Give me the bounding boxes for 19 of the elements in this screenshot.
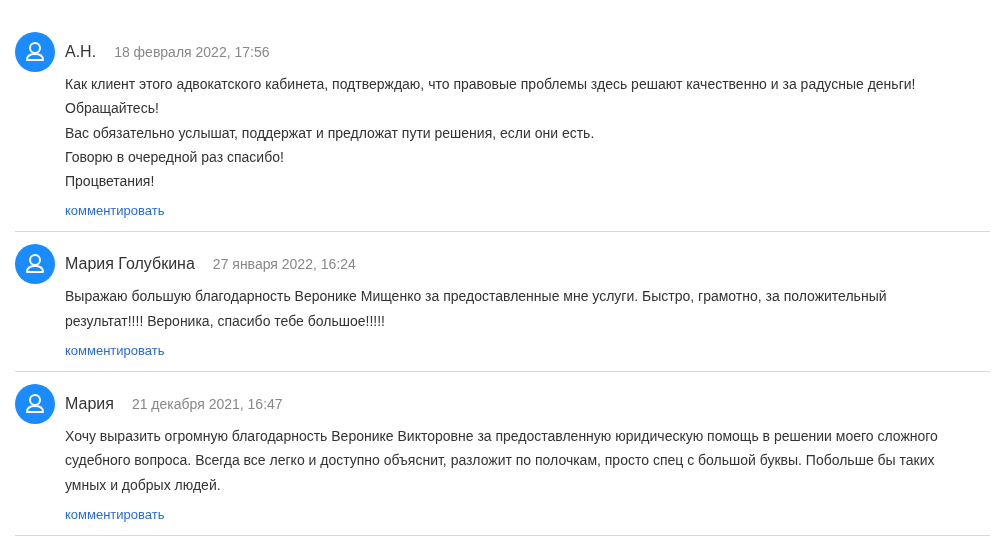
comment-text: Вас обязательно услышат, поддержат и предложат пути решения, если они есть. (65, 123, 596, 143)
reply-link[interactable]: комментировать (65, 203, 165, 219)
author-name: Мария (65, 395, 114, 414)
author-name: А.Н. (65, 43, 97, 61)
comment-date: 27 января 2022, 16:24 (212, 256, 356, 273)
comment-text: Говорю в очередной раз спасибо! (65, 147, 285, 167)
avatar-icon (15, 244, 55, 285)
comment-text: Хочу выразить огромную благодарность Веронике Викторовне за предоставленную юридическую помощь в решении моего сложного судебного вопроса. Всегда все легко и доступно объяснит, разложит по полочкам, просто спец с большой буквы. Побольше бы таких умных и добрых людей. (65, 427, 939, 495)
comment-text: Обращайтесь! (65, 99, 160, 119)
comment-text: Выражаю большую благодарность Веронике Мищенко за предоставленные мне услуги. Быстро, грамотно, за положительный результат!!!! Вероника, спасибо тебе большое!!!!! (65, 287, 888, 331)
comment-date: 21 декабря 2021, 16:47 (131, 396, 283, 413)
comment-date: 18 февраля 2022, 17:56 (114, 44, 270, 60)
comment-text: Как клиент этого адвокатского кабинета, подтверждаю, что правовые проблемы здесь решают качественно и за радусные деньги! (65, 75, 917, 94)
reply-link[interactable]: комментировать (65, 506, 165, 522)
reply-link[interactable]: комментировать (65, 343, 165, 359)
avatar-icon (15, 384, 55, 425)
comment-text: Процветания! (65, 172, 156, 192)
author-name: Мария Голубкина (65, 255, 195, 274)
avatar-icon (15, 32, 55, 72)
